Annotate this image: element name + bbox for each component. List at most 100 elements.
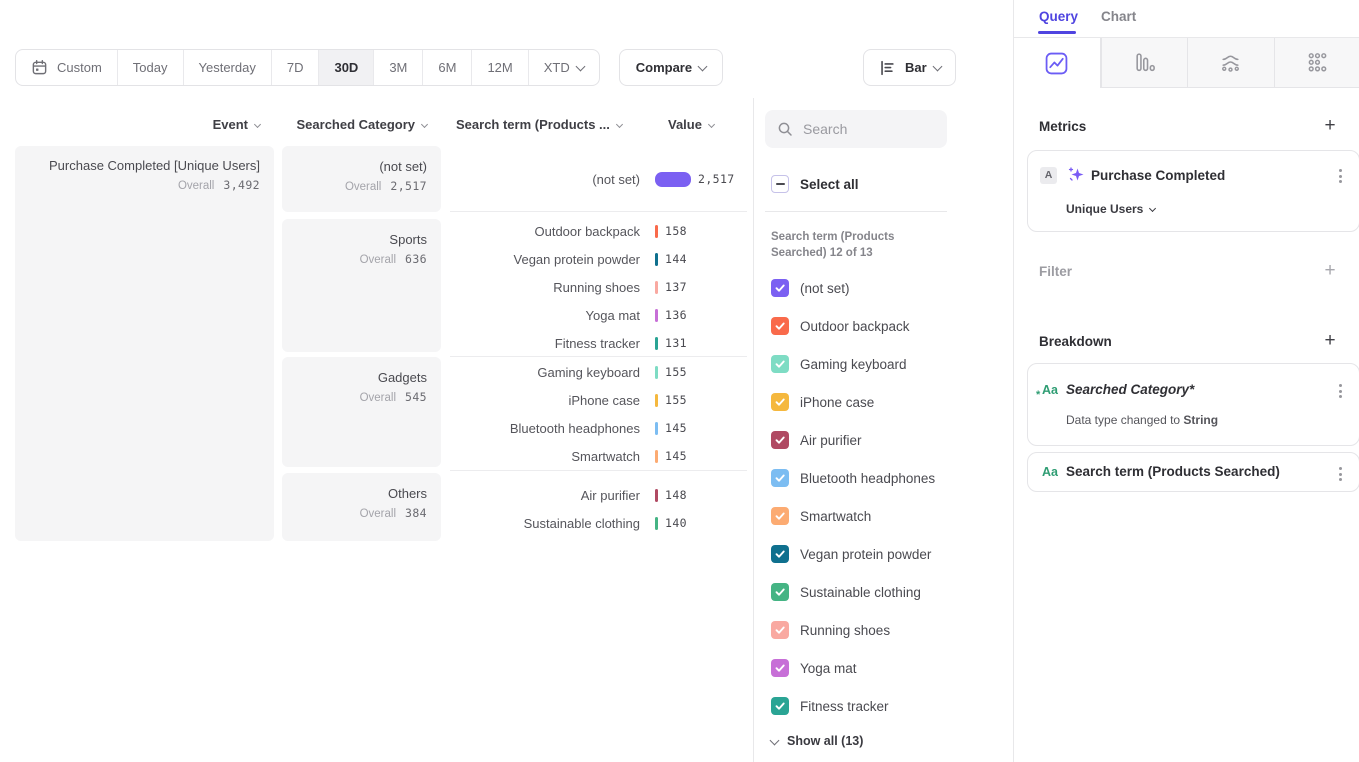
legend-item-yoga-mat[interactable]: Yoga mat xyxy=(771,659,857,677)
legend-item-fitness-tracker[interactable]: Fitness tracker xyxy=(771,697,889,715)
term-value: 2,517 xyxy=(698,172,735,186)
filter-heading: Filter xyxy=(1039,264,1072,279)
legend-item-sustainable-clothing[interactable]: Sustainable clothing xyxy=(771,583,921,601)
term-label: Smartwatch xyxy=(450,449,640,464)
term-row[interactable]: Gaming keyboard155 xyxy=(450,358,747,386)
chevron-down-icon xyxy=(1149,205,1156,212)
event-sparkle-icon xyxy=(1066,164,1087,185)
funnels-tab[interactable] xyxy=(1101,38,1188,88)
legend-item--not-set-[interactable]: (not set) xyxy=(771,279,850,297)
date-range-label: 6M xyxy=(438,60,456,75)
category-name: Sports xyxy=(296,232,427,247)
date-range-xtd[interactable]: XTD xyxy=(528,50,599,85)
legend-item-outdoor-backpack[interactable]: Outdoor backpack xyxy=(771,317,910,335)
measure-dropdown[interactable]: Unique Users xyxy=(1066,202,1155,216)
category-cell[interactable]: GadgetsOverall545 xyxy=(282,357,441,467)
metric-card[interactable]: A Purchase Completed Unique Users xyxy=(1027,150,1359,232)
show-all-label: Show all (13) xyxy=(787,734,863,748)
category-name: Others xyxy=(296,486,427,501)
term-row[interactable]: Vegan protein powder144 xyxy=(450,245,747,273)
date-range-label: Yesterday xyxy=(199,60,256,75)
term-row[interactable]: (not set)2,517 xyxy=(450,165,747,193)
column-header-event[interactable]: Event xyxy=(15,117,274,133)
add-filter-button[interactable]: + xyxy=(1321,262,1339,280)
legend-item-label: Bluetooth headphones xyxy=(800,471,935,486)
value-bar xyxy=(655,394,658,407)
category-overall-value: 545 xyxy=(405,390,427,404)
compare-label: Compare xyxy=(636,60,692,75)
breakdown-property-name: Searched Category* xyxy=(1066,382,1194,397)
category-cell[interactable]: SportsOverall636 xyxy=(282,219,441,352)
add-metric-button[interactable]: + xyxy=(1321,117,1339,135)
legend-item-air-purifier[interactable]: Air purifier xyxy=(771,431,862,449)
compare-button[interactable]: Compare xyxy=(619,49,723,86)
category-name: (not set) xyxy=(296,159,427,174)
date-range-3m[interactable]: 3M xyxy=(373,50,422,85)
breakdown-card-search-term[interactable]: Aa Search term (Products Searched) xyxy=(1027,452,1359,492)
term-value: 131 xyxy=(665,336,687,350)
date-range-30d[interactable]: 30D xyxy=(318,50,373,85)
term-row[interactable]: Bluetooth headphones145 xyxy=(450,414,747,442)
term-row[interactable]: Air purifier148 xyxy=(450,481,747,509)
legend-item-running-shoes[interactable]: Running shoes xyxy=(771,621,890,639)
breakdown-options-kebab-icon[interactable] xyxy=(1337,382,1344,400)
column-header-category[interactable]: Searched Category xyxy=(282,117,441,133)
chart-style-button[interactable]: Bar xyxy=(863,49,956,86)
indeterminate-checkbox-icon xyxy=(771,175,789,193)
legend-search-input[interactable]: Search xyxy=(765,110,947,148)
legend-item-gaming-keyboard[interactable]: Gaming keyboard xyxy=(771,355,907,373)
date-range-today[interactable]: Today xyxy=(117,50,183,85)
retention-tab[interactable] xyxy=(1274,38,1359,88)
date-range-6m[interactable]: 6M xyxy=(422,50,471,85)
group-divider xyxy=(450,470,747,471)
select-all-checkbox[interactable]: Select all xyxy=(771,175,859,193)
term-row[interactable]: Sustainable clothing140 xyxy=(450,509,747,537)
category-overall: Overall2,517 xyxy=(296,179,427,193)
term-row[interactable]: Running shoes137 xyxy=(450,273,747,301)
legend-item-label: Outdoor backpack xyxy=(800,319,910,334)
legend-item-label: Smartwatch xyxy=(800,509,871,524)
metric-options-kebab-icon[interactable] xyxy=(1337,167,1344,185)
date-range-group: CustomToday Yesterday 7D30D3M 6M 12MXTD xyxy=(15,49,600,86)
column-header-value[interactable]: Value xyxy=(655,117,747,133)
category-cell[interactable]: OthersOverall384 xyxy=(282,473,441,541)
term-value: 148 xyxy=(665,488,687,502)
value-bar xyxy=(655,366,658,379)
legend-item-iphone-case[interactable]: iPhone case xyxy=(771,393,874,411)
column-header-term[interactable]: Search term (Products ... xyxy=(450,117,650,133)
insights-tab[interactable] xyxy=(1014,38,1101,88)
add-breakdown-button[interactable]: + xyxy=(1321,332,1339,350)
breakdown-options-kebab-icon[interactable] xyxy=(1337,465,1344,483)
term-row[interactable]: Yoga mat136 xyxy=(450,301,747,329)
category-cell[interactable]: (not set) Overall2,517 xyxy=(282,146,441,212)
legend-item-label: Gaming keyboard xyxy=(800,357,907,372)
breakdown-card-searched-category[interactable]: *Aa Searched Category* Data type changed… xyxy=(1027,363,1359,446)
term-row[interactable]: Outdoor backpack158 xyxy=(450,217,747,245)
term-row[interactable]: iPhone case155 xyxy=(450,386,747,414)
term-value: 140 xyxy=(665,516,687,530)
term-row[interactable]: Fitness tracker131 xyxy=(450,329,747,357)
date-range-7d[interactable]: 7D xyxy=(271,50,319,85)
date-range-12m[interactable]: 12M xyxy=(471,50,527,85)
flows-tab[interactable] xyxy=(1187,38,1274,88)
legend-item-vegan-protein-powder[interactable]: Vegan protein powder xyxy=(771,545,931,563)
term-value: 155 xyxy=(665,393,687,407)
header-label: Searched Category xyxy=(297,117,416,132)
legend-item-bluetooth-headphones[interactable]: Bluetooth headphones xyxy=(771,469,935,487)
header-label: Search term (Products ... xyxy=(456,117,610,132)
tab-query[interactable]: Query xyxy=(1039,9,1078,24)
term-row[interactable]: Smartwatch 145 xyxy=(450,442,747,470)
show-all-button[interactable]: Show all (13) xyxy=(771,734,863,748)
term-label: Outdoor backpack xyxy=(450,224,640,239)
category-overall-value: 384 xyxy=(405,506,427,520)
chevron-down-icon xyxy=(616,121,623,128)
checkbox-checked-icon xyxy=(771,431,789,449)
string-property-icon: Aa xyxy=(1042,465,1058,479)
date-range-yesterday[interactable]: Yesterday xyxy=(183,50,271,85)
value-bar xyxy=(655,337,658,350)
term-value: 145 xyxy=(665,449,687,463)
legend-item-smartwatch[interactable]: Smartwatch xyxy=(771,507,871,525)
tab-chart[interactable]: Chart xyxy=(1101,9,1136,24)
event-cell[interactable]: Purchase Completed [Unique Users] Overal… xyxy=(15,146,274,541)
date-range-custom[interactable]: Custom xyxy=(16,50,117,85)
